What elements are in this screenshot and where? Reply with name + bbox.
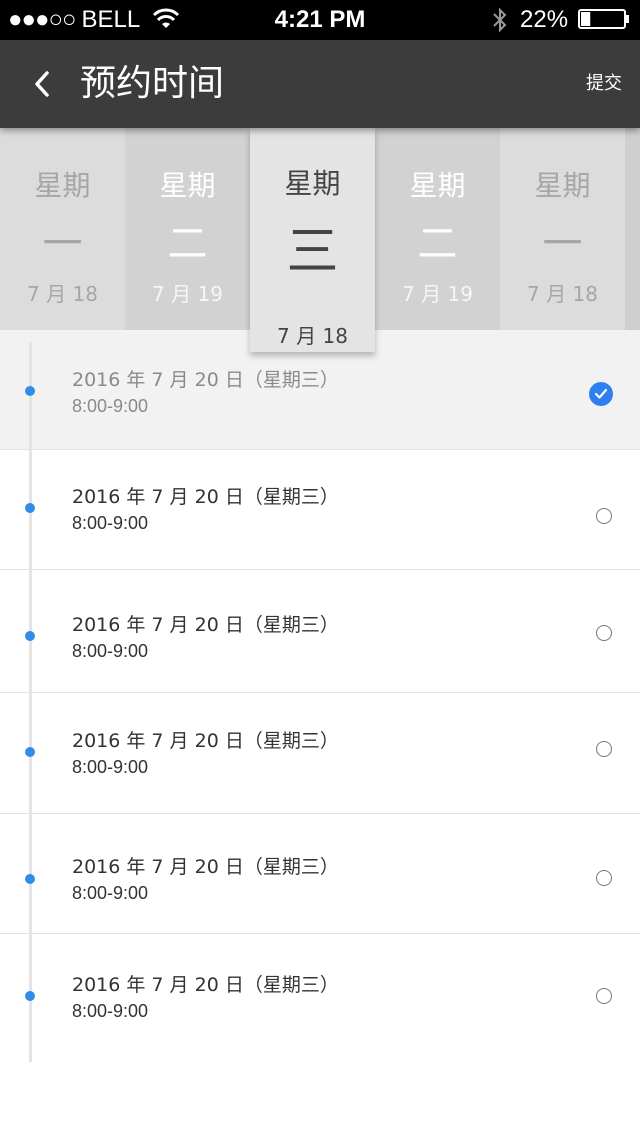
day-number: 一 xyxy=(42,221,83,267)
submit-button[interactable]: 提交 xyxy=(586,70,622,98)
time-slot-row[interactable]: 2016 年 7 月 20 日（星期三） 8:00-9:00 xyxy=(0,693,640,814)
slot-time: 8:00-9:00 xyxy=(72,883,149,903)
slot-time: 8:00-9:00 xyxy=(72,1001,149,1021)
page-title: 预约时间 xyxy=(80,63,225,104)
day-number: 二 xyxy=(417,221,458,267)
battery-percent: 22% xyxy=(520,6,569,33)
time-slot-row[interactable]: 2016 年 7 月 20 日（星期三） 8:00-9:00 xyxy=(0,450,640,570)
day-option-selected[interactable]: 星期 三 7 月 18 xyxy=(250,128,375,352)
slot-date: 2016 年 7 月 20 日（星期三） xyxy=(72,974,339,996)
bluetooth-icon xyxy=(493,7,507,33)
day-option[interactable]: 星期 二 7 月 19 xyxy=(375,128,500,330)
timeline-line xyxy=(29,342,32,1062)
day-number: 二 xyxy=(167,221,208,267)
time-slot-row[interactable]: 2016 年 7 月 20 日（星期三） 8:00-9:00 xyxy=(0,570,640,693)
day-date: 7 月 19 xyxy=(402,282,473,306)
battery-icon xyxy=(578,9,629,29)
day-week-label: 星期 xyxy=(159,169,216,202)
day-date: 7 月 18 xyxy=(27,282,98,306)
slot-date: 2016 年 7 月 20 日（星期三） xyxy=(72,486,339,508)
day-date: 7 月 18 xyxy=(527,282,598,306)
slot-date: 2016 年 7 月 20 日（星期三） xyxy=(72,369,339,391)
slot-time: 8:00-9:00 xyxy=(72,396,149,416)
day-option[interactable]: 星期 一 7 月 18 xyxy=(500,128,625,330)
timeline-dot xyxy=(25,503,35,513)
slot-time: 8:00-9:00 xyxy=(72,757,149,777)
time-slot-row[interactable]: 2016 年 7 月 20 日（星期三） 8:00-9:00 xyxy=(0,814,640,934)
back-button[interactable] xyxy=(22,60,62,108)
slot-date: 2016 年 7 月 20 日（星期三） xyxy=(72,614,339,636)
checked-radio-icon[interactable] xyxy=(589,382,613,406)
day-option[interactable]: 星期 一 7 月 18 xyxy=(0,128,125,330)
slot-date: 2016 年 7 月 20 日（星期三） xyxy=(72,856,339,878)
radio-icon[interactable] xyxy=(596,508,612,524)
radio-icon[interactable] xyxy=(596,988,612,1004)
day-week-label: 星期 xyxy=(534,169,591,202)
timeline-dot xyxy=(25,747,35,757)
day-option[interactable]: 星期 二 7 月 19 xyxy=(125,128,250,330)
slot-date: 2016 年 7 月 20 日（星期三） xyxy=(72,730,339,752)
slot-time: 8:00-9:00 xyxy=(72,641,149,661)
timeline-dot xyxy=(25,991,35,1001)
status-bar: ●●●○○ BELL 4:21 PM 22% xyxy=(0,0,640,40)
day-date: 7 月 19 xyxy=(152,282,223,306)
day-selector: 星期 一 7 月 18 星期 二 7 月 19 星期 三 7 月 18 星期 二… xyxy=(0,128,640,352)
timeline-dot xyxy=(25,386,35,396)
day-number: 一 xyxy=(542,221,583,267)
day-week-label: 星期 xyxy=(409,169,466,202)
chevron-left-icon xyxy=(35,71,49,97)
day-week-label: 星期 xyxy=(34,169,91,202)
checkmark-icon xyxy=(594,388,608,399)
day-date: 7 月 18 xyxy=(277,324,348,348)
radio-icon[interactable] xyxy=(596,741,612,757)
radio-icon[interactable] xyxy=(596,625,612,641)
slot-time: 8:00-9:00 xyxy=(72,513,149,533)
timeline-dot xyxy=(25,874,35,884)
day-week-label: 星期 xyxy=(284,167,341,200)
radio-icon[interactable] xyxy=(596,870,612,886)
day-number: 三 xyxy=(286,222,339,282)
nav-header: 预约时间 提交 xyxy=(0,40,640,128)
timeline-dot xyxy=(25,631,35,641)
day-option-partial[interactable] xyxy=(625,128,640,330)
time-slot-row[interactable]: 2016 年 7 月 20 日（星期三） 8:00-9:00 xyxy=(0,934,640,1062)
